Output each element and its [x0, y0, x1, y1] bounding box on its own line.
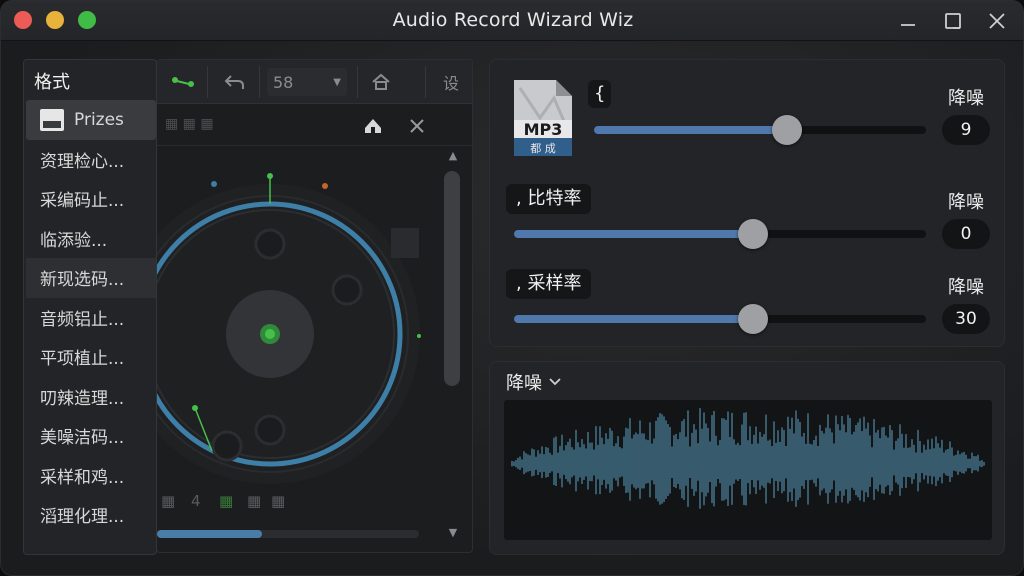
row3-slider-fill	[514, 315, 753, 323]
format-item-label: 平项植止...	[40, 349, 125, 370]
undo-icon[interactable]	[217, 68, 253, 96]
minimize-icon[interactable]	[894, 7, 922, 35]
home-icon[interactable]	[363, 68, 399, 96]
dial-bottom-row: ▦ 4 ▦ ▦ ▦	[161, 492, 286, 510]
link-icon[interactable]	[165, 68, 201, 96]
format-item[interactable]: 美噪洁码...	[26, 416, 156, 456]
mp3-file-icon: MP3 都 成	[514, 80, 572, 156]
zoom-value: 58	[273, 72, 294, 92]
waveform-dropdown[interactable]: 降噪	[506, 369, 562, 395]
format-item[interactable]: 临添验...	[26, 219, 156, 259]
dial-graphic[interactable]	[157, 146, 473, 486]
settings-button[interactable]: 设	[433, 68, 469, 96]
zoom-select[interactable]: 58 ▼	[267, 68, 347, 96]
format-item-label: 临添验...	[40, 230, 108, 251]
scroll-up-icon[interactable]: ▲	[444, 146, 462, 166]
progress-fill	[157, 530, 262, 538]
settings-panel: MP3 都 成 { 降噪 9 , 比特率 降噪 0 , 采样率 降噪 30	[489, 59, 1005, 347]
mp3-label: MP3	[524, 120, 563, 139]
format-item-prizes[interactable]: Prizes	[26, 100, 156, 140]
chevron-down-icon: ▼	[333, 76, 341, 88]
format-item-label: 叨辣造理...	[40, 388, 125, 409]
format-list: Prizes 资理检心... 采编码止... 临添验... 新现选码... 音频…	[26, 100, 156, 535]
row1-value[interactable]: 9	[942, 115, 990, 145]
row1-slider-knob[interactable]	[771, 115, 802, 145]
format-item[interactable]: 资理检心...	[26, 140, 156, 180]
row1-side-label: 降噪	[948, 88, 984, 109]
dial-subbar: ▦ ▦ ▦	[157, 106, 472, 146]
format-item[interactable]: 采样和鸡...	[26, 456, 156, 496]
row2-slider-fill	[514, 230, 753, 238]
row3-label: , 采样率	[506, 269, 592, 299]
row1-label: {	[588, 80, 612, 108]
maximize-icon[interactable]	[939, 7, 967, 35]
waveform-panel: 降噪	[489, 361, 1005, 555]
scrollbar-thumb[interactable]	[444, 171, 460, 386]
file-icon	[40, 108, 64, 131]
format-item-label: 资理检心...	[40, 151, 125, 172]
row2-slider-knob[interactable]	[737, 219, 768, 249]
format-item[interactable]: 新现选码...	[26, 258, 156, 298]
format-item-label: 音频铝止...	[40, 309, 125, 330]
format-item-label: 滔理化理...	[40, 507, 125, 528]
waveform-display[interactable]	[504, 400, 992, 540]
row3-slider-knob[interactable]	[737, 304, 768, 334]
close-icon[interactable]	[983, 7, 1011, 35]
row2-label: , 比特率	[506, 184, 592, 214]
row2-value[interactable]: 0	[942, 219, 990, 249]
dial-panel: 58 ▼ 设 ▦ ▦ ▦ ▦ 4 ▦ ▦ ▦	[156, 59, 473, 553]
subbar-text: ▦ ▦ ▦	[165, 116, 214, 132]
row3-side-label: 降噪	[948, 277, 984, 298]
waveform-graphic	[511, 408, 985, 509]
row1-slider-fill	[594, 126, 787, 134]
close-icon[interactable]	[405, 114, 429, 138]
row2-side-label: 降噪	[948, 192, 984, 213]
format-item-label: 美噪洁码...	[40, 428, 125, 449]
window-title: Audio Record Wizard Wiz	[392, 9, 634, 31]
home-icon[interactable]	[361, 114, 385, 138]
format-item-label: 采编码止...	[40, 191, 125, 212]
row3-slider[interactable]	[514, 304, 926, 334]
mp3-sublabel: 都 成	[530, 142, 556, 155]
format-item-label: 采样和鸡...	[40, 467, 125, 488]
app-window: Audio Record Wizard Wiz 58 ▼ 设 ▦ ▦ ▦ ▦ 4…	[0, 0, 1024, 576]
waveform-title: 降噪	[506, 373, 542, 394]
format-item[interactable]: 滔理化理...	[26, 495, 156, 535]
format-item[interactable]: 叨辣造理...	[26, 377, 156, 417]
format-item-label: Prizes	[74, 109, 124, 130]
title-bar: Audio Record Wizard Wiz	[1, 1, 1023, 41]
format-header: 格式	[34, 72, 70, 93]
progress-bar[interactable]	[157, 530, 419, 538]
format-panel: 格式 Prizes 资理检心... 采编码止... 临添验... 新现选码...…	[23, 59, 157, 555]
dial-toolbar: 58 ▼ 设	[157, 60, 472, 104]
format-item[interactable]: 平项植止...	[26, 337, 156, 377]
format-item[interactable]: 采编码止...	[26, 179, 156, 219]
chevron-down-icon	[549, 378, 561, 386]
scroll-down-icon[interactable]: ▼	[444, 523, 462, 543]
row3-value[interactable]: 30	[942, 304, 990, 334]
format-item-label: 新现选码...	[40, 270, 125, 291]
row1-slider[interactable]	[594, 115, 926, 145]
row2-slider[interactable]	[514, 219, 926, 249]
format-item[interactable]: 音频铝止...	[26, 298, 156, 338]
